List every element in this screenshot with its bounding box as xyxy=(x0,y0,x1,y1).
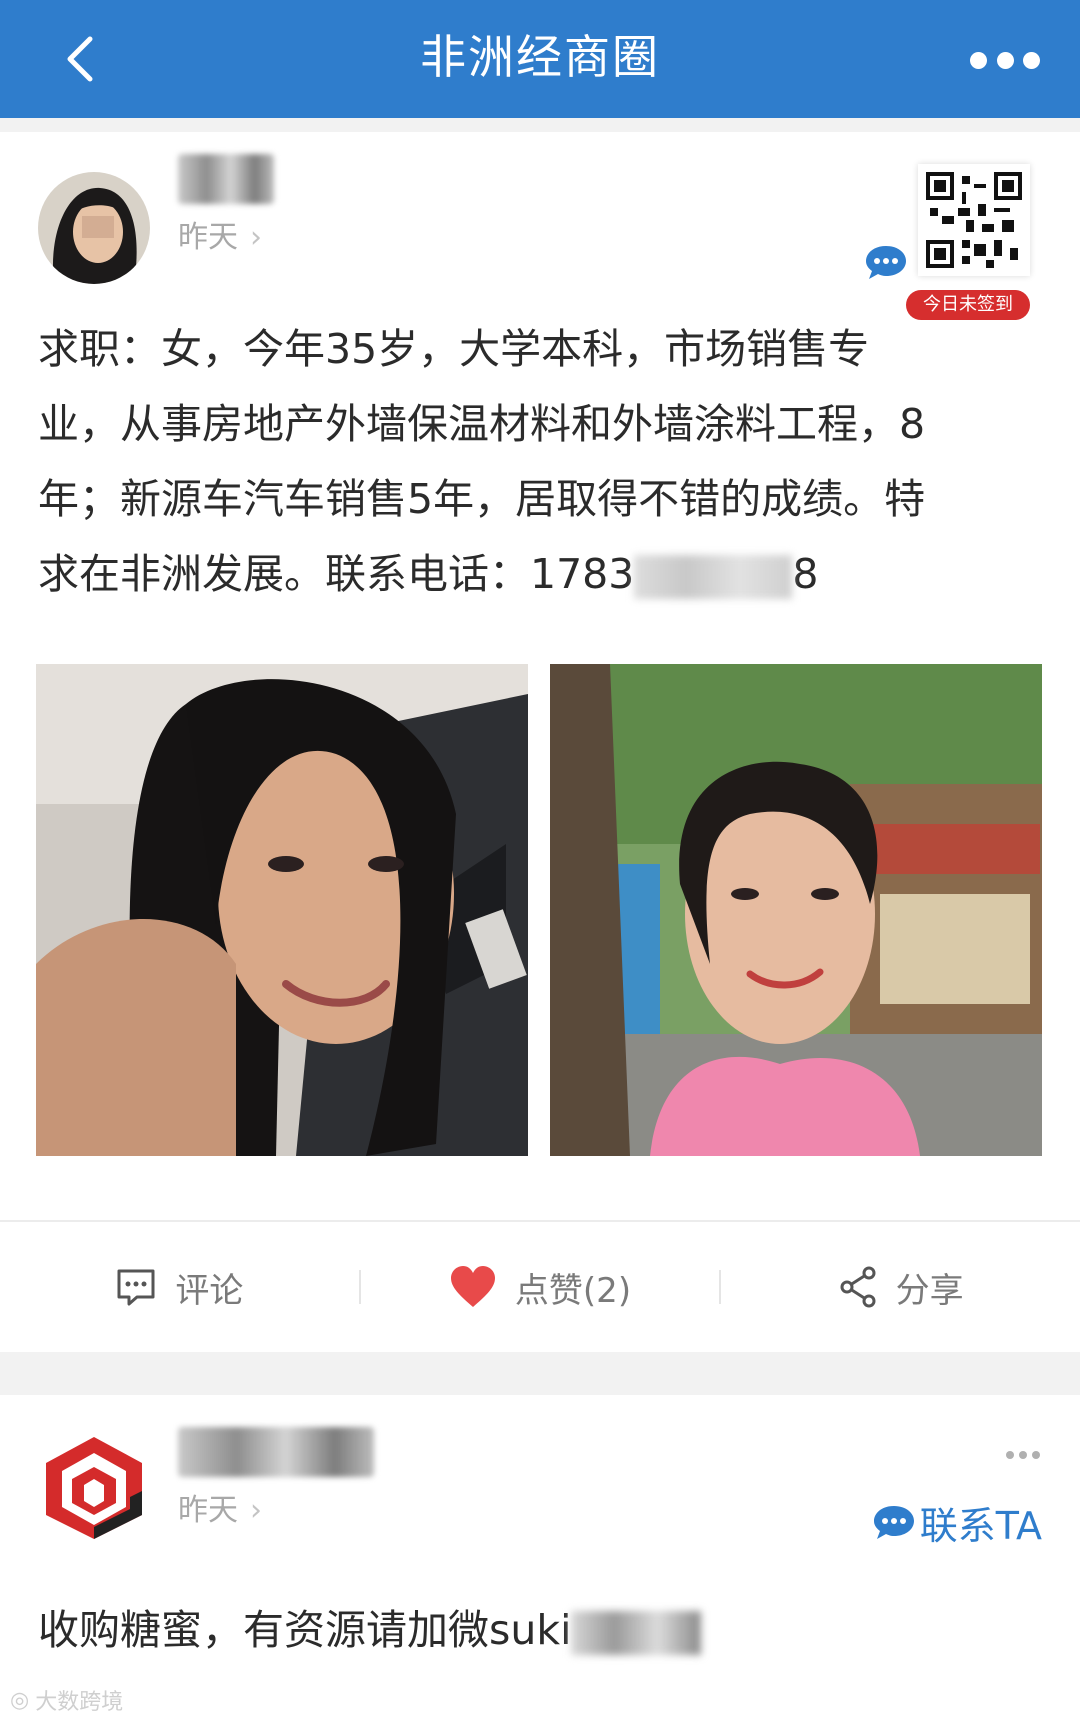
watermark-logo-icon: ◎ xyxy=(10,1687,30,1713)
username-redacted xyxy=(178,154,274,204)
top-navigation-bar: 非洲经商圈 xyxy=(0,0,1080,118)
post-photo-street-selfie[interactable] xyxy=(550,664,1042,1156)
comment-icon xyxy=(117,1269,155,1306)
share-icon xyxy=(840,1266,876,1308)
post-action-bar: 评论 点赞(2) 分享 xyxy=(0,1220,1080,1352)
qr-code-icon xyxy=(918,164,1030,276)
like-button[interactable]: 点赞(2) xyxy=(361,1263,720,1312)
chevron-right-icon: › xyxy=(250,220,262,255)
post-time: 昨天 › xyxy=(178,1493,262,1528)
company-logo-icon xyxy=(46,1437,142,1539)
post-time: 昨天 › xyxy=(178,220,262,255)
post-content: 求职：女，今年35岁，大学本科，市场销售专 业，从事房地产外墙保温材料和外墙涂料… xyxy=(38,325,926,599)
watermark: ◎ 大数跨境 xyxy=(10,1687,124,1716)
share-button[interactable]: 分享 xyxy=(721,1263,1080,1312)
phone-redacted-blur xyxy=(634,555,793,599)
post-content: 收购糖蜜，有资源请加微suki xyxy=(38,1593,1048,1668)
qr-code-widget[interactable]: 今日未签到 xyxy=(900,162,1050,322)
more-dots-icon[interactable] xyxy=(1006,1451,1040,1461)
username-redacted xyxy=(178,1427,374,1477)
chat-bubble-icon xyxy=(873,1505,914,1539)
chevron-right-icon: › xyxy=(250,1493,262,1528)
avatar[interactable] xyxy=(38,1431,150,1543)
heart-icon xyxy=(450,1266,495,1307)
contact-button[interactable]: 联系TA xyxy=(872,1495,1042,1550)
avatar[interactable] xyxy=(38,172,150,284)
post-photo-car-selfie[interactable] xyxy=(36,664,528,1156)
more-dots-icon[interactable] xyxy=(970,40,1040,80)
post-card: 昨天 › 今日未签到 求职：女，今年35岁，大学本科，市场销售专 业，从事房地产… xyxy=(0,132,1080,1352)
page-title: 非洲经商圈 xyxy=(420,30,660,84)
comment-button[interactable]: 评论 xyxy=(0,1263,359,1312)
post-card: 昨天 › 联系TA 收购糖蜜，有资源请加微suki xyxy=(0,1395,1080,1720)
wechat-id-redacted-blur xyxy=(571,1611,702,1655)
